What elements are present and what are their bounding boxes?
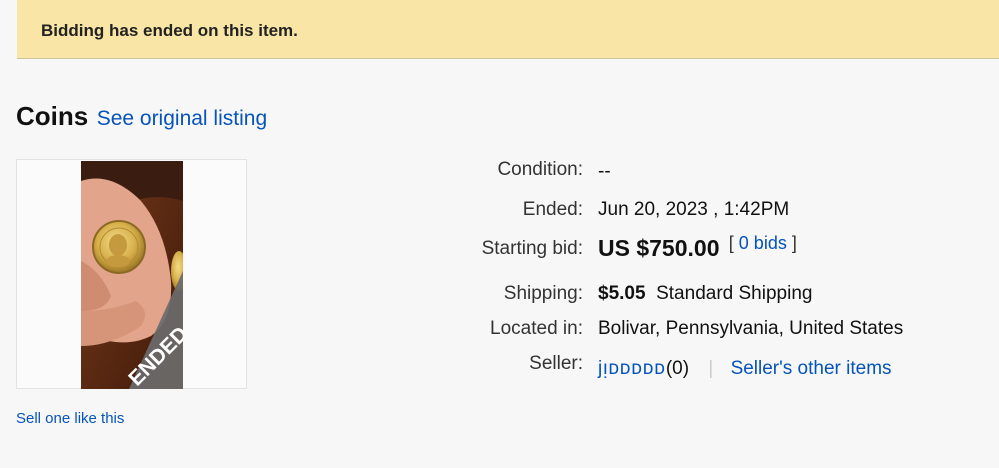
- shipping-price: $5.05: [598, 283, 646, 304]
- bids-open-bracket: [: [728, 233, 734, 253]
- ended-label: Ended:: [522, 199, 583, 220]
- starting-bid-value-row: US $750.00 [ 0 bids ]: [598, 233, 797, 262]
- shipping-label: Shipping:: [503, 283, 583, 304]
- bid-history-link[interactable]: 0 bids: [739, 233, 787, 253]
- status-banner: Bidding has ended on this item.: [17, 0, 999, 59]
- bids-close-bracket: ]: [791, 233, 797, 253]
- condition-label: Condition:: [497, 159, 583, 180]
- bid-count: [ 0 bids ]: [729, 233, 797, 253]
- item-image-frame[interactable]: ENDED: [16, 159, 247, 389]
- seller-value-row: jᴉᴅᴅᴅᴅᴅ(0) | Seller's other items: [598, 358, 892, 380]
- item-photo[interactable]: ENDED: [81, 161, 183, 389]
- condition-value: --: [598, 161, 611, 182]
- see-original-listing-link[interactable]: See original listing: [97, 107, 267, 130]
- seller-name-link[interactable]: jᴉᴅᴅᴅᴅᴅ: [598, 358, 666, 379]
- coin-photo-image: ENDED: [81, 161, 183, 389]
- starting-bid-price: US $750.00: [598, 235, 720, 261]
- shipping-method: Standard Shipping: [656, 283, 813, 304]
- sell-one-like-this-link[interactable]: Sell one like this: [16, 410, 124, 427]
- listing-title-row: Coins See original listing: [16, 101, 267, 132]
- location-label: Located in:: [490, 318, 583, 339]
- seller-label: Seller:: [529, 353, 583, 374]
- location-value: Bolivar, Pennsylvania, United States: [598, 318, 904, 339]
- starting-bid-label: Starting bid:: [481, 238, 583, 259]
- ended-value: Jun 20, 2023 , 1:42PM: [598, 199, 790, 220]
- banner-message: Bidding has ended on this item.: [41, 21, 298, 40]
- listing-title: Coins: [16, 101, 89, 131]
- seller-other-items-link[interactable]: Seller's other items: [731, 358, 892, 379]
- seller-feedback-score: (0): [665, 358, 690, 379]
- seller-separator: |: [708, 358, 714, 379]
- shipping-value-row: $5.05 Standard Shipping: [598, 283, 812, 305]
